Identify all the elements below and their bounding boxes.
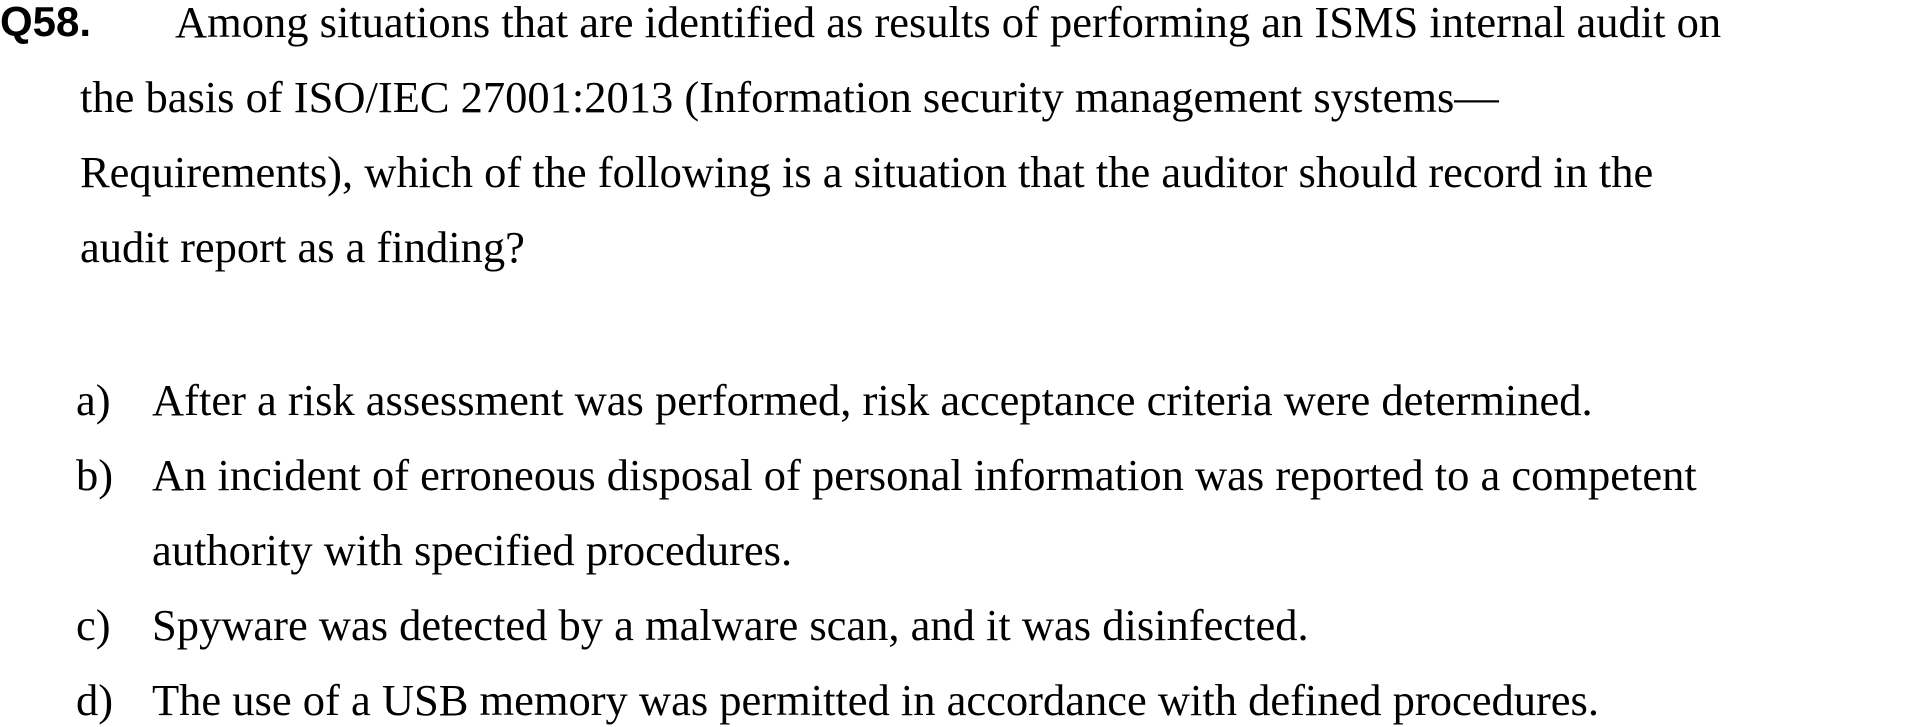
choice-text-line: After a risk assessment was performed, r… [152,375,1593,425]
choice-text-line: authority with specified procedures. [152,525,793,575]
question-text-line: Among situations that are identified as … [175,0,1722,47]
choice-text-line: Spyware was detected by a malware scan, … [152,600,1309,650]
choice-letter: c) [76,600,111,650]
question-number: Q58. [0,0,92,45]
choice-letter: d) [76,675,114,725]
question-text-line: audit report as a finding? [80,222,525,272]
choice-letter: a) [76,375,111,425]
choice-letter: b) [76,450,114,500]
choice-text-line: An incident of erroneous disposal of per… [152,450,1697,500]
question-text-line: Requirements), which of the following is… [80,147,1654,197]
choice-text-line: The use of a USB memory was permitted in… [152,675,1599,725]
question-text-line: the basis of ISO/IEC 27001:2013 (Informa… [80,72,1499,122]
